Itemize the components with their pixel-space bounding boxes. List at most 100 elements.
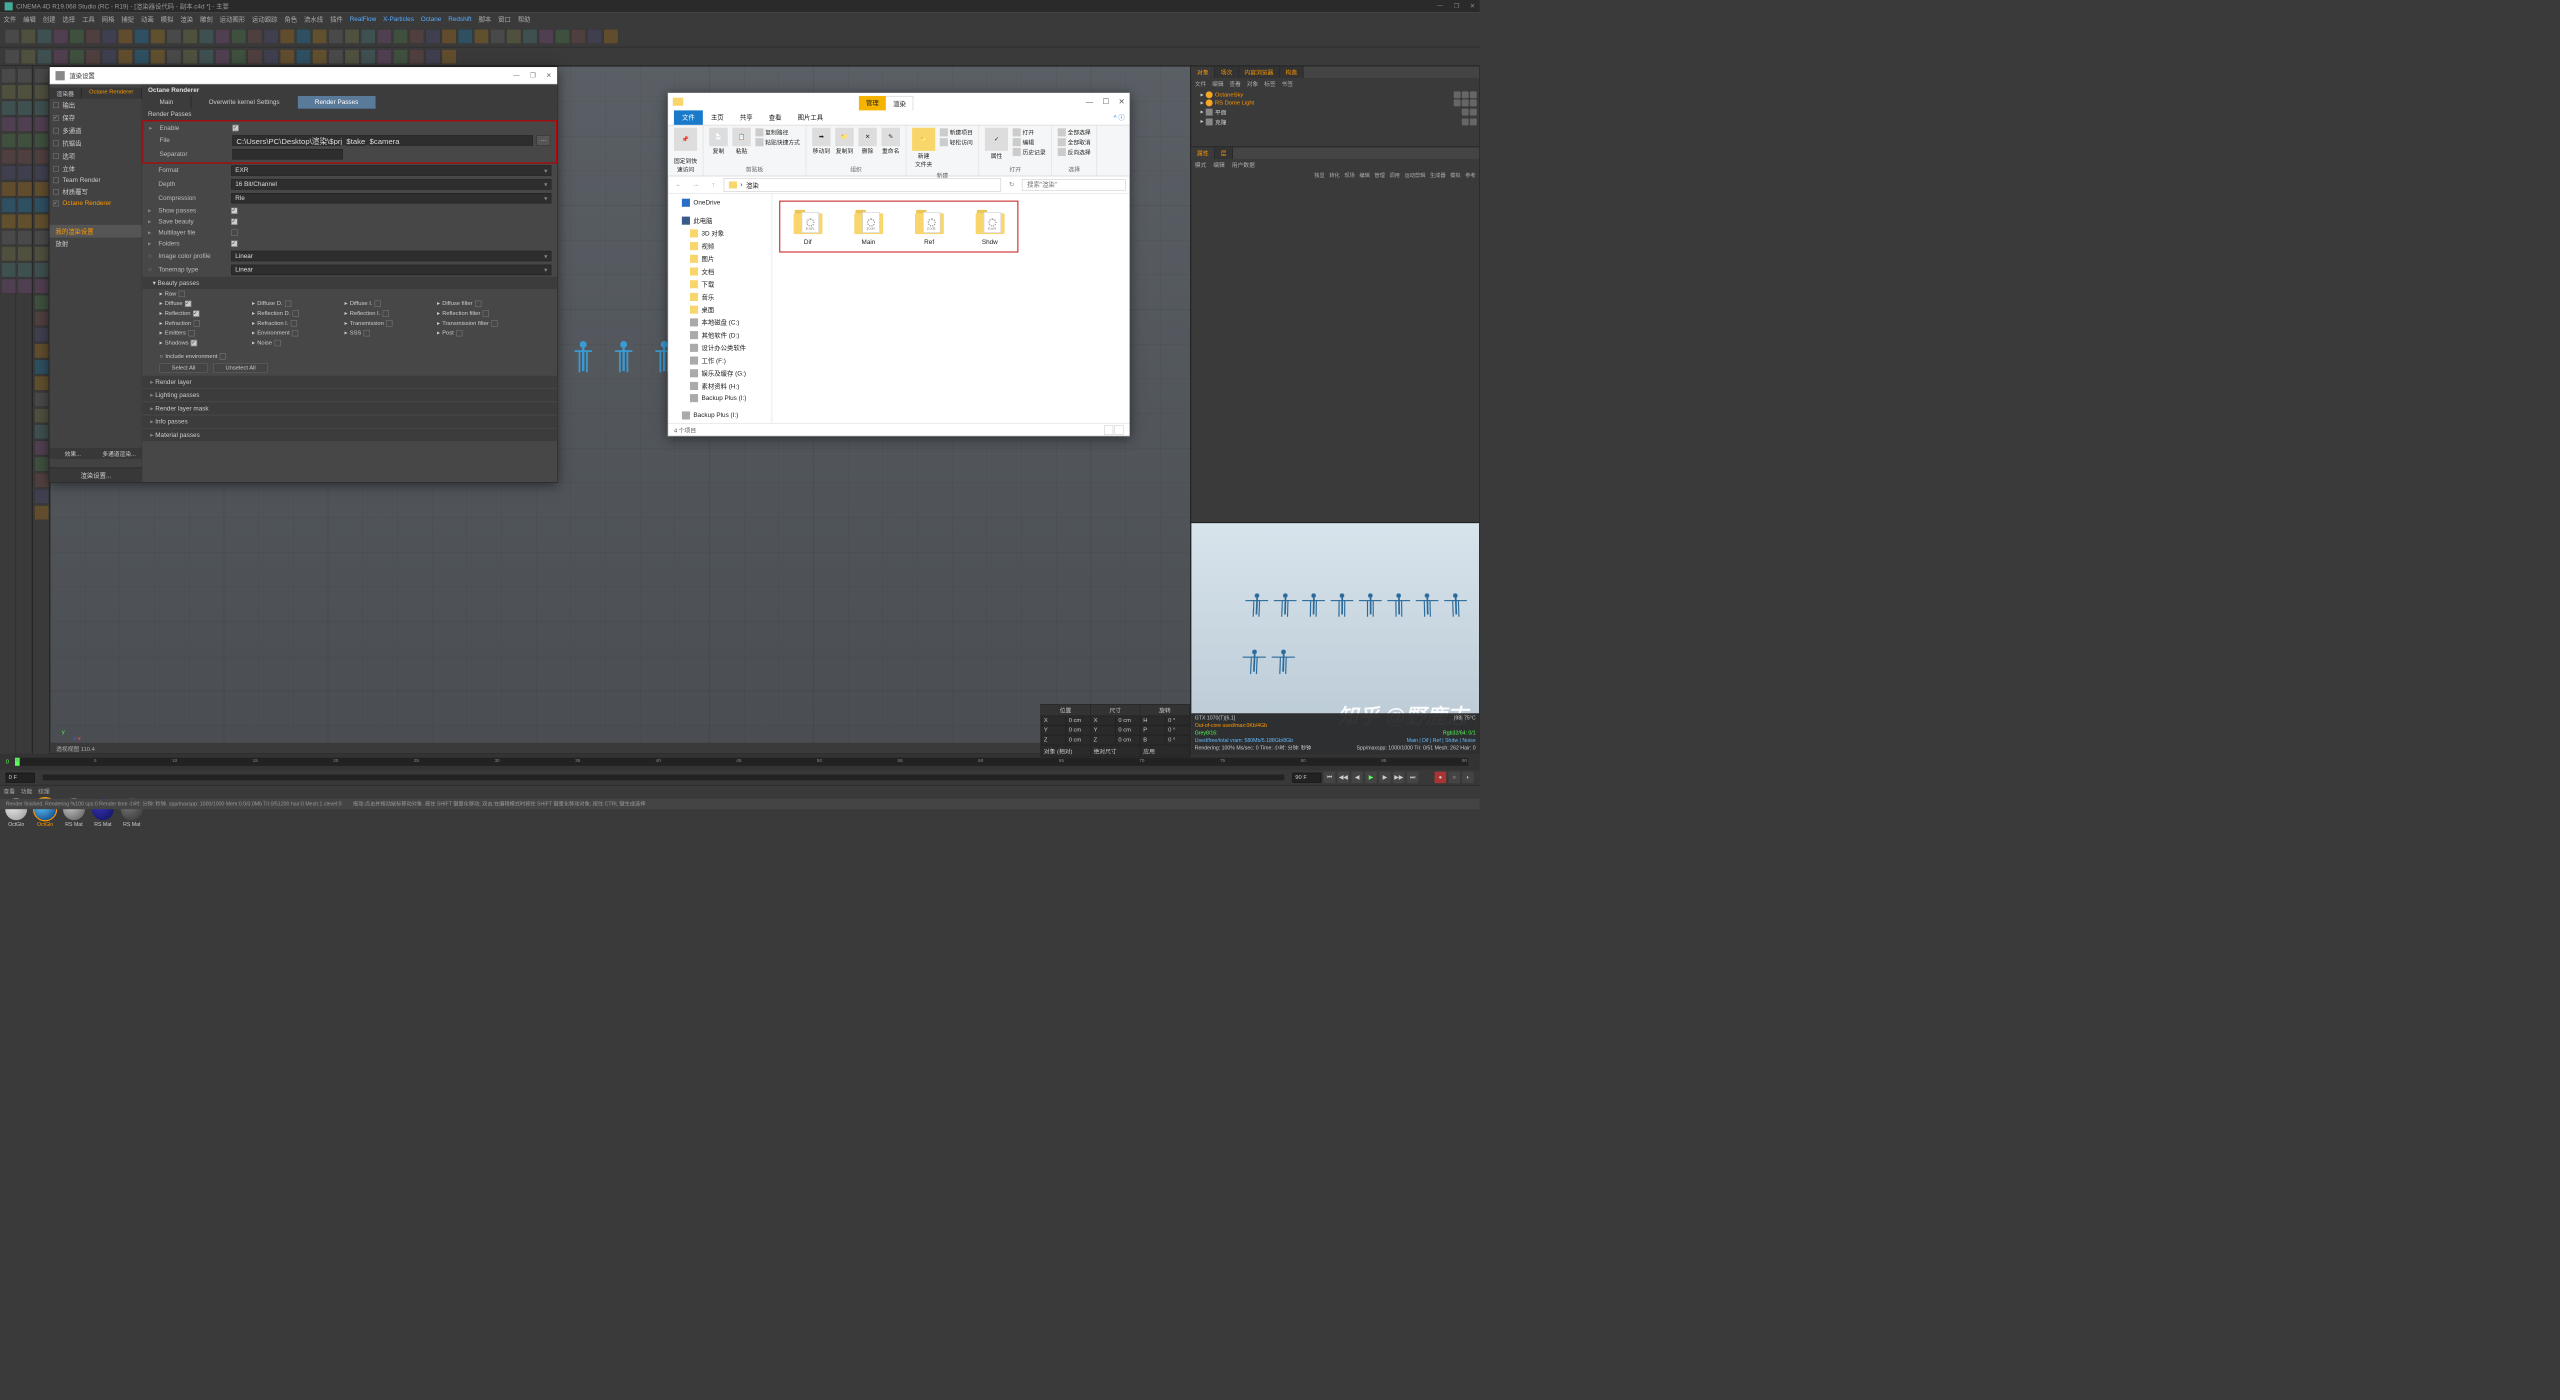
tool-button[interactable] <box>409 29 424 44</box>
menu-帮助[interactable]: 帮助 <box>518 14 531 23</box>
goto-end-button[interactable]: ⏭ <box>1407 772 1419 784</box>
pin-icon[interactable]: 📌 <box>674 128 697 151</box>
menu-创建[interactable]: 创建 <box>43 14 56 23</box>
tool-button[interactable] <box>102 49 117 64</box>
tool-button[interactable] <box>17 198 32 213</box>
tool-button[interactable] <box>1 181 16 196</box>
object-item[interactable]: ▸RS Dome Light <box>1194 99 1477 107</box>
tool-button[interactable] <box>1 149 16 164</box>
tool-button[interactable] <box>247 29 262 44</box>
select-all-button[interactable]: Select All <box>160 363 208 373</box>
moveto-icon[interactable]: ➡ <box>812 128 830 146</box>
menu-工具[interactable]: 工具 <box>82 14 95 23</box>
tool-button[interactable] <box>53 49 68 64</box>
obj-menu-item[interactable]: 对象 <box>1247 79 1259 88</box>
nav-item[interactable]: OneDrive <box>668 197 771 209</box>
nav-item[interactable]: 下载 <box>668 278 771 291</box>
nav-item[interactable]: 桌面 <box>668 303 771 316</box>
tool-button[interactable] <box>34 424 49 439</box>
next-frame-button[interactable]: ▶ <box>1379 772 1391 784</box>
tool-button[interactable] <box>215 49 230 64</box>
menu-窗口[interactable]: 窗口 <box>498 14 511 23</box>
tool-button[interactable] <box>1 246 16 261</box>
tool-button[interactable] <box>199 29 214 44</box>
tool-button[interactable] <box>296 49 311 64</box>
menu-Octane[interactable]: Octane <box>421 16 442 23</box>
explorer-close-button[interactable]: ✕ <box>1118 97 1124 106</box>
tool-button[interactable] <box>1 230 16 245</box>
tool-button[interactable] <box>17 117 32 132</box>
obj-tab[interactable]: 构造 <box>1280 66 1304 78</box>
tool-button[interactable] <box>231 49 246 64</box>
tool-button[interactable] <box>296 29 311 44</box>
preset-item[interactable]: 放射 <box>50 238 142 251</box>
tool-button[interactable] <box>17 262 32 277</box>
tool-button[interactable] <box>312 29 327 44</box>
ribbon-collapse-button[interactable]: ^ ⓘ <box>1109 110 1129 124</box>
nav-item[interactable]: 设计办公类软件 <box>668 342 771 355</box>
tool-button[interactable] <box>361 49 376 64</box>
tool-button[interactable] <box>17 68 32 83</box>
tool-button[interactable] <box>1 214 16 229</box>
tool-button[interactable] <box>247 49 262 64</box>
sidebar-item[interactable]: 多通道 <box>50 124 142 137</box>
tool-button[interactable] <box>280 29 295 44</box>
nav-item[interactable]: 3D 对象 <box>668 227 771 240</box>
menu-动画[interactable]: 动画 <box>141 14 154 23</box>
breadcrumb[interactable]: › 渲染 <box>724 178 1001 192</box>
tool-button[interactable] <box>34 327 49 342</box>
file-browse-button[interactable]: … <box>536 135 550 145</box>
tool-button[interactable] <box>1 68 16 83</box>
tool-button[interactable] <box>183 49 198 64</box>
tool-button[interactable] <box>490 29 505 44</box>
object-item[interactable]: ▸OctaneSky <box>1194 91 1477 99</box>
tool-button[interactable] <box>134 29 149 44</box>
nav-item[interactable]: Backup Plus (I:) <box>668 410 771 422</box>
tool-button[interactable] <box>425 29 440 44</box>
expander[interactable]: Render layer mask <box>142 402 557 414</box>
forward-button[interactable]: → <box>689 178 703 192</box>
menu-选择[interactable]: 选择 <box>62 14 75 23</box>
menu-脚本[interactable]: 脚本 <box>479 14 492 23</box>
show-passes-checkbox[interactable] <box>231 208 237 214</box>
tool-button[interactable] <box>134 49 149 64</box>
enable-checkbox[interactable] <box>232 125 238 131</box>
tool-button[interactable] <box>34 489 49 504</box>
preset-selected[interactable]: 我的渲染设置 <box>50 225 142 238</box>
tool-button[interactable] <box>17 181 32 196</box>
tool-button[interactable] <box>34 84 49 99</box>
sidebar-item[interactable]: 立体 <box>50 162 142 175</box>
menu-运动图形[interactable]: 运动图形 <box>220 14 245 23</box>
tool-button[interactable] <box>34 473 49 488</box>
play-button[interactable]: ▶ <box>1365 772 1377 784</box>
menu-网格[interactable]: 网格 <box>102 14 115 23</box>
tool-button[interactable] <box>328 49 343 64</box>
timeline-slider[interactable] <box>43 775 1285 781</box>
copyto-icon[interactable]: 📁 <box>835 128 853 146</box>
tool-button[interactable] <box>118 49 133 64</box>
tool-button[interactable] <box>21 49 36 64</box>
nav-item[interactable]: 工作 (F:) <box>668 354 771 367</box>
effects-button[interactable]: 效果... <box>50 448 96 459</box>
tool-button[interactable] <box>312 49 327 64</box>
tool-button[interactable] <box>150 49 165 64</box>
tool-button[interactable] <box>34 230 49 245</box>
key-options-button[interactable]: ◐ <box>1462 772 1474 784</box>
tool-button[interactable] <box>34 440 49 455</box>
menu-模拟[interactable]: 模拟 <box>161 14 174 23</box>
render-preview[interactable]: 知乎 @野鹿志 GTX 1070(T)[6.1]|98| 75°COut-of-… <box>1191 523 1480 754</box>
sidebar-item[interactable]: 抗锯齿 <box>50 137 142 150</box>
tool-button[interactable] <box>34 101 49 116</box>
obj-tab[interactable]: 对象 <box>1191 66 1215 78</box>
tool-button[interactable] <box>17 279 32 294</box>
tool-button[interactable] <box>34 408 49 423</box>
tool-button[interactable] <box>166 49 181 64</box>
file-path-field[interactable] <box>232 135 533 145</box>
tool-button[interactable] <box>1 165 16 180</box>
minimize-button[interactable]: — <box>1437 2 1443 10</box>
expander[interactable]: Render layer <box>142 376 557 388</box>
delete-icon[interactable]: ✕ <box>858 128 876 146</box>
tool-button[interactable] <box>215 29 230 44</box>
explorer-maximize-button[interactable]: ☐ <box>1102 97 1109 106</box>
expander[interactable]: Info passes <box>142 416 557 428</box>
